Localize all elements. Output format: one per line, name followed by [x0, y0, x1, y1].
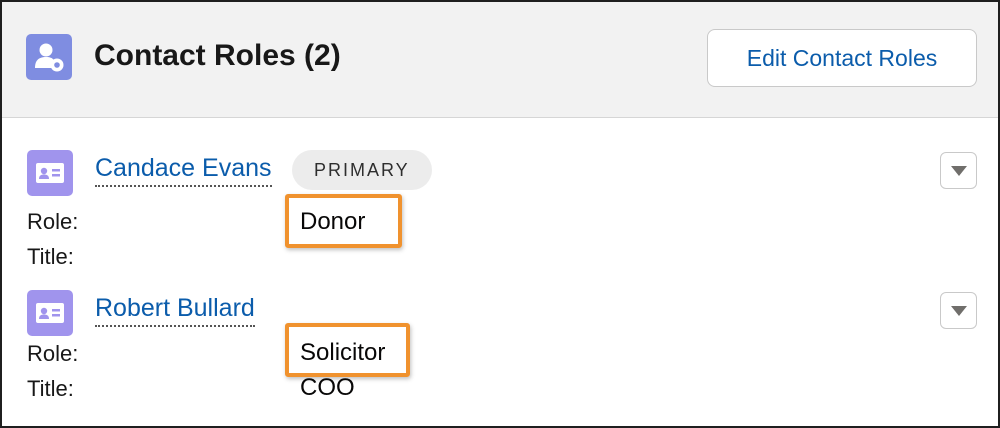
chevron-down-icon	[951, 306, 967, 316]
contact-roles-card: Contact Roles (2) Edit Contact Roles Can…	[0, 0, 1000, 428]
title-label: Title:	[27, 376, 74, 401]
edit-contact-roles-button[interactable]: Edit Contact Roles	[707, 29, 977, 87]
contact-item: Candace Evans PRIMARY Role: Donor Title:	[2, 142, 998, 272]
role-label: Role:	[27, 209, 79, 234]
row-actions-button[interactable]	[940, 292, 977, 329]
contact-card-icon	[27, 150, 73, 196]
contact-card-icon	[27, 290, 73, 336]
contact-roles-icon	[26, 34, 72, 80]
title-label: Title:	[27, 244, 74, 269]
role-value: Solicitor	[300, 339, 386, 366]
row-actions-button[interactable]	[940, 152, 977, 189]
contact-item: Robert Bullard Role: Solicitor Title: CO…	[2, 282, 998, 412]
contact-name-link[interactable]: Candace Evans	[95, 152, 272, 187]
title-value: COO	[300, 374, 355, 401]
role-label: Role:	[27, 341, 79, 366]
card-header: Contact Roles (2) Edit Contact Roles	[2, 2, 998, 118]
primary-badge: PRIMARY	[292, 150, 432, 190]
card-title: Contact Roles (2)	[94, 39, 341, 72]
role-value: Donor	[300, 208, 366, 235]
contact-name-link[interactable]: Robert Bullard	[95, 292, 255, 327]
chevron-down-icon	[951, 166, 967, 176]
